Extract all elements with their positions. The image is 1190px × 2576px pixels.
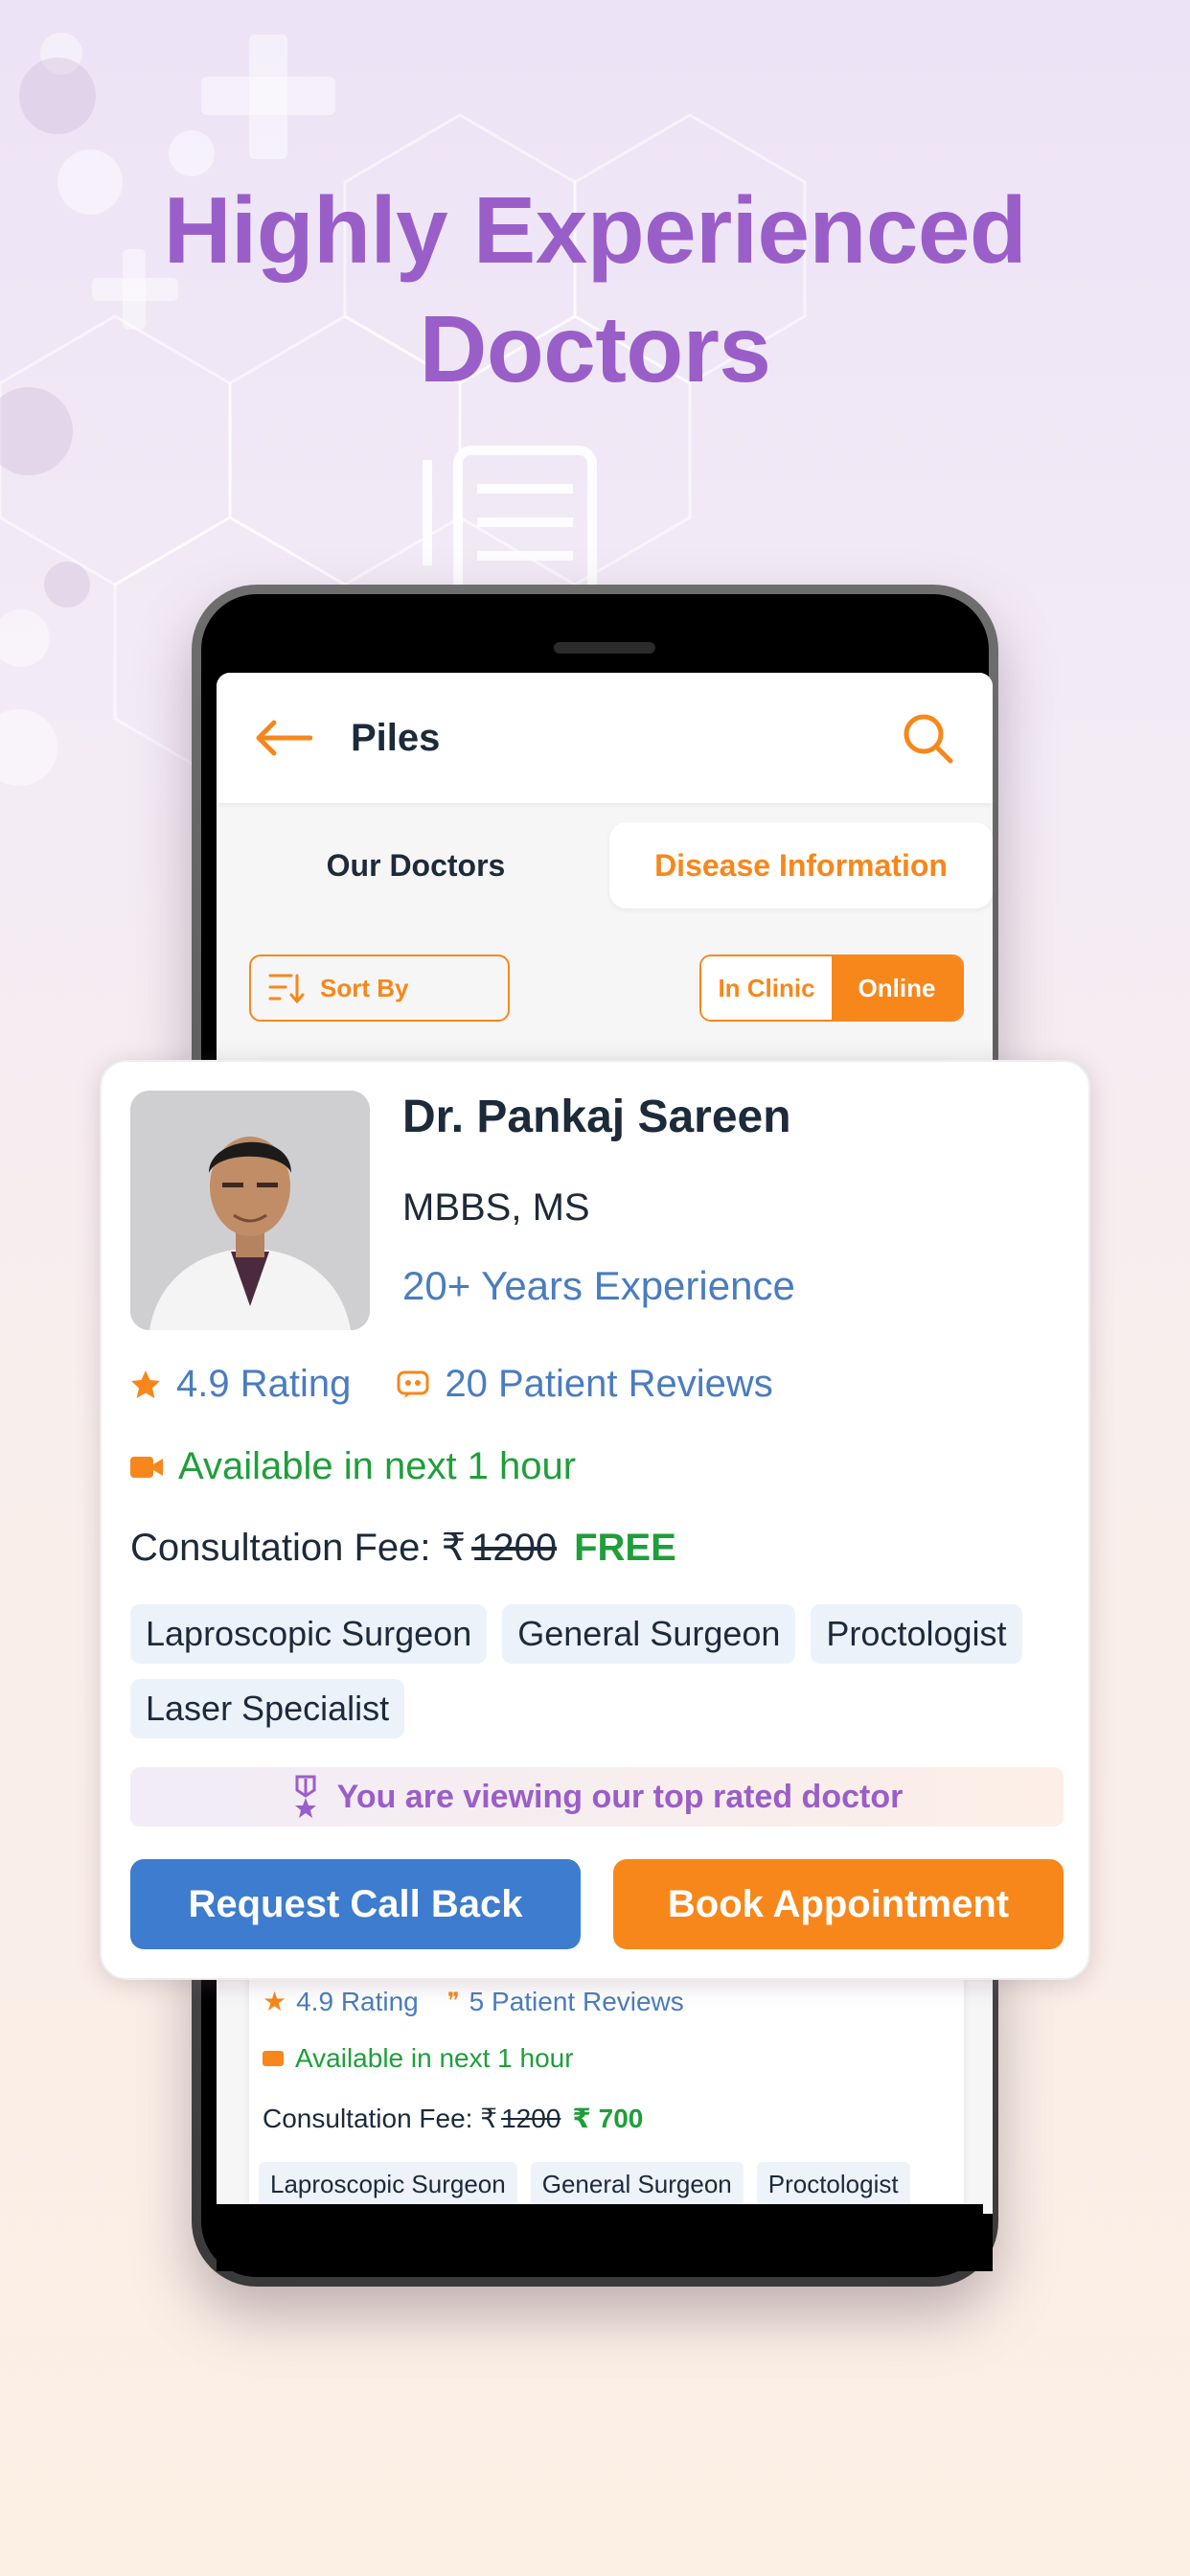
phone-bottom-bezel-overlay (207, 2204, 983, 2262)
fee-row: Consultation Fee: ₹ 1200 FREE (130, 1526, 676, 1570)
review-icon (397, 1370, 429, 1398)
top-rated-banner: You are viewing our top rated doctor (130, 1767, 1064, 1827)
list-specialty-tags: Laproscopic Surgeon General Surgeon Proc… (259, 2162, 910, 2207)
list-specialty-tag: General Surgeon (530, 2162, 744, 2207)
request-call-back-button[interactable]: Request Call Back (130, 1859, 581, 1949)
list-availability: Available in next 1 hour (295, 2043, 574, 2073)
fee-label: Consultation Fee: ₹ (130, 1527, 467, 1569)
specialty-tag: Laproscopic Surgeon (130, 1604, 488, 1664)
top-rated-text: You are viewing our top rated doctor (336, 1778, 904, 1815)
list-fee-row: Consultation Fee: ₹ 1200 ₹ 700 (263, 2103, 643, 2134)
list-specialty-tag: Laproscopic Surgeon (259, 2162, 517, 2207)
fee-discounted: FREE (574, 1526, 676, 1569)
video-icon (263, 2051, 284, 2066)
list-rating-row: ★ 4.9 Rating ❞ 5 Patient Reviews (263, 1986, 684, 2017)
list-rating: 4.9 Rating (296, 1986, 419, 2016)
doctor-name[interactable]: Dr. Pankaj Sareen (402, 1091, 791, 1143)
list-reviews[interactable]: 5 Patient Reviews (469, 1987, 684, 2017)
list-fee-new: ₹ 700 (572, 2104, 644, 2133)
specialty-tag: General Surgeon (502, 1604, 796, 1664)
featured-doctor-card[interactable]: Dr. Pankaj Sareen MBBS, MS 20+ Years Exp… (100, 1060, 1090, 1980)
list-fee-old: 1200 (501, 2103, 561, 2133)
medal-icon (294, 1775, 316, 1818)
list-availability-row: Available in next 1 hour (263, 2043, 574, 2074)
rating-row: 4.9 Rating 20 Patient Reviews (130, 1363, 773, 1406)
list-fee-label: Consultation Fee: ₹ (263, 2104, 498, 2133)
list-specialty-tag: Proctologist (756, 2162, 910, 2207)
fee-original: 1200 (471, 1526, 558, 1569)
star-icon: ★ (263, 1987, 287, 2016)
specialty-tags: Laproscopic Surgeon General Surgeon Proc… (130, 1604, 1069, 1738)
availability-row: Available in next 1 hour (130, 1445, 576, 1488)
specialty-tag: Laser Specialist (130, 1679, 405, 1738)
star-icon (131, 1369, 160, 1398)
doctor-reviews[interactable]: 20 Patient Reviews (445, 1363, 772, 1406)
doctor-rating: 4.9 Rating (176, 1363, 352, 1405)
specialty-tag: Proctologist (811, 1604, 1022, 1664)
book-appointment-button[interactable]: Book Appointment (613, 1859, 1064, 1949)
video-camera-icon (130, 1456, 163, 1478)
doctor-experience: 20+ Years Experience (402, 1263, 795, 1308)
doctor-availability: Available in next 1 hour (178, 1445, 577, 1487)
doctor-degree: MBBS, MS (402, 1186, 590, 1229)
quote-icon: ❞ (446, 1989, 460, 2014)
doctor-photo (130, 1091, 370, 1330)
